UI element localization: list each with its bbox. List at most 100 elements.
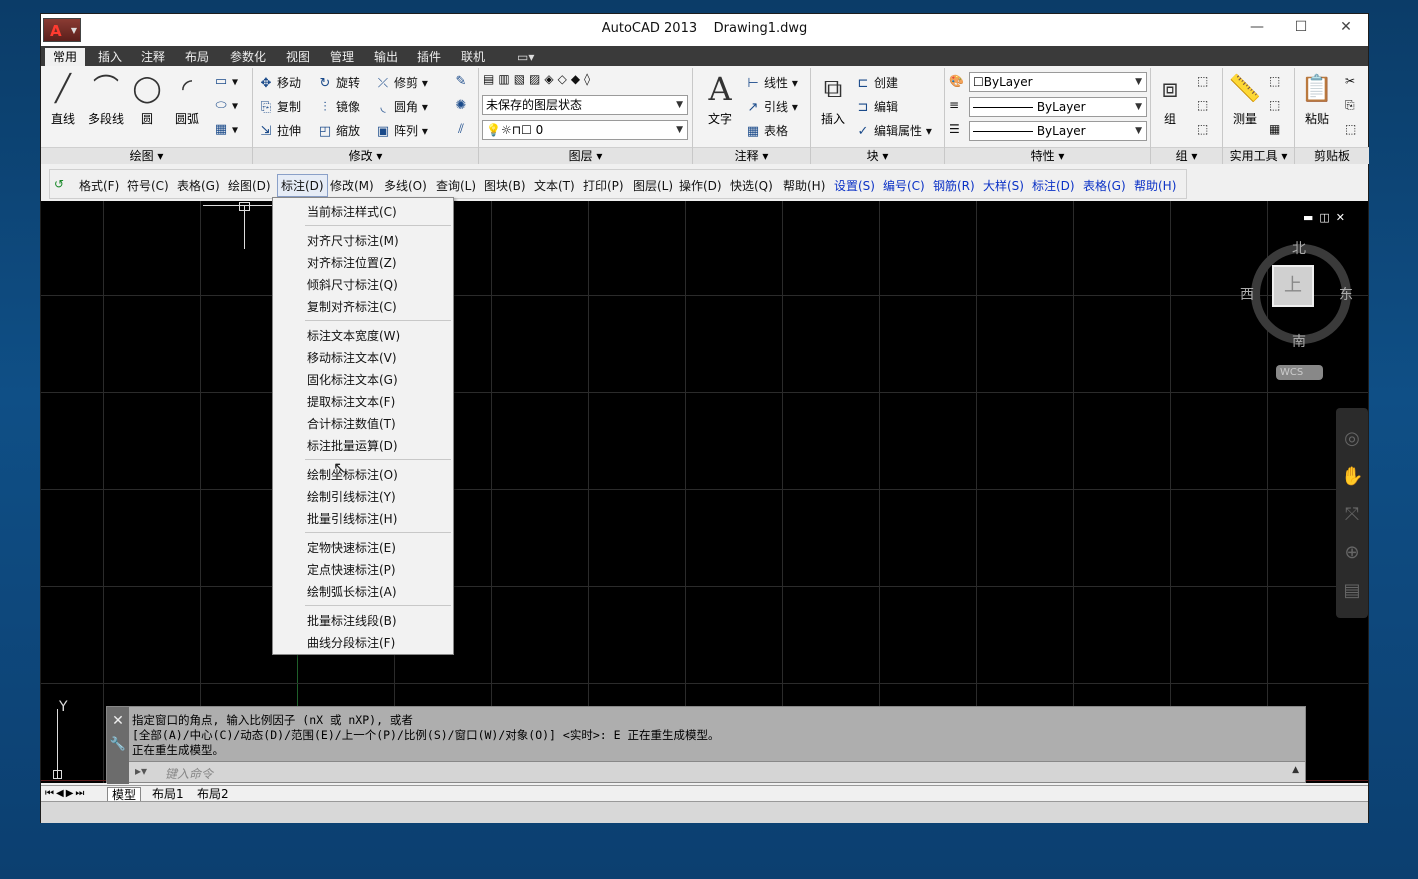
cut-icon[interactable]: ✂	[1345, 74, 1355, 88]
menu-detail[interactable]: 大样(S)	[983, 177, 1024, 194]
menu-item[interactable]: 对齐标注位置(Z)	[307, 254, 397, 271]
properties-panel-title[interactable]: 特性 ▾	[945, 147, 1150, 164]
quick-select-icon[interactable]: ⬚	[1269, 74, 1280, 88]
menu-item[interactable]: 当前标注样式(C)	[307, 203, 397, 220]
layout-navigation-icons[interactable]: ⏮◀▶⏭	[45, 787, 86, 801]
tab-plugins[interactable]: 插件	[409, 48, 449, 66]
calculator-icon[interactable]: ▦	[1269, 122, 1280, 136]
menu-item[interactable]: 定物快速标注(E)	[307, 539, 396, 556]
polyline-button[interactable]: ⌒ 多段线	[83, 72, 129, 127]
stretch-button[interactable]: ⇲ 拉伸	[258, 122, 301, 140]
menu-symbol[interactable]: 符号(C)	[127, 177, 169, 194]
menu-item[interactable]: 提取标注文本(F)	[307, 393, 395, 410]
orbit-icon[interactable]: ⊕	[1341, 542, 1363, 563]
menu-item[interactable]: 对齐尺寸标注(M)	[307, 232, 399, 249]
menu-multiline[interactable]: 多线(O)	[384, 177, 427, 194]
viewcube-compass[interactable]: 上	[1251, 244, 1351, 344]
rectangle-button[interactable]: ▭ ▾	[213, 74, 238, 90]
menu-item[interactable]: 绘制引线标注(Y)	[307, 488, 396, 505]
close-icon[interactable]: ✕	[107, 713, 129, 729]
viewport-controls[interactable]: ▬◫✕	[1303, 211, 1351, 224]
menu-dimension[interactable]: 标注(D)	[277, 174, 328, 197]
steering-wheel-icon[interactable]: ◎	[1341, 428, 1363, 449]
menu-draw[interactable]: 绘图(D)	[228, 177, 271, 194]
menu-modify[interactable]: 修改(M)	[330, 177, 374, 194]
menu-table[interactable]: 表格(G)	[177, 177, 220, 194]
menu-item[interactable]: 合计标注数值(T)	[307, 415, 396, 432]
line-button[interactable]: ╱ 直线	[45, 72, 81, 127]
compass-west[interactable]: 西	[1240, 284, 1254, 304]
compass-south[interactable]: 南	[1292, 331, 1306, 351]
circle-button[interactable]: ◯ 圆	[129, 72, 165, 127]
menu-item[interactable]: 复制对齐标注(C)	[307, 298, 397, 315]
menu-numbering[interactable]: 编号(C)	[883, 177, 925, 194]
tab-layout1[interactable]: 布局1	[149, 787, 187, 801]
drawing-canvas[interactable]: ▬◫✕ Y	[41, 201, 1368, 783]
compass-east[interactable]: 东	[1339, 284, 1353, 304]
layer-state-dropdown[interactable]: 未保存的图层状态 ▼	[482, 95, 688, 115]
ellipse-button[interactable]: ⬭ ▾	[213, 98, 238, 114]
tab-parametric[interactable]: 参数化	[222, 48, 274, 66]
menu-rebar[interactable]: 钢筋(R)	[933, 177, 975, 194]
refresh-icon[interactable]: ↺	[54, 177, 64, 191]
tab-extra-icon[interactable]: ▭▾	[509, 48, 542, 66]
linear-dim-button[interactable]: ⊢ 线性 ▾	[745, 74, 798, 92]
measure-button[interactable]: 📏 测量	[1225, 72, 1265, 127]
menu-table-2[interactable]: 表格(G)	[1083, 177, 1126, 194]
tab-annotate[interactable]: 注释	[133, 48, 173, 66]
close-button[interactable]: ✕	[1323, 19, 1369, 35]
menu-format[interactable]: 格式(F)	[79, 177, 119, 194]
viewcube-top-face[interactable]: 上	[1272, 265, 1314, 307]
edit-block-button[interactable]: ⊐ 编辑	[855, 98, 898, 116]
create-block-button[interactable]: ⊏ 创建	[855, 74, 898, 92]
arc-button[interactable]: ◜ 圆弧	[169, 72, 205, 127]
menu-item[interactable]: 绘制坐标标注(O)	[307, 466, 398, 483]
insert-button[interactable]: ⧉ 插入	[813, 72, 853, 127]
edit-attributes-button[interactable]: ✓ 编辑属性 ▾	[855, 122, 932, 140]
menu-item[interactable]: 绘制弧长标注(A)	[307, 583, 397, 600]
wrench-icon[interactable]: 🔧	[107, 737, 129, 752]
tab-insert[interactable]: 插入	[90, 48, 130, 66]
menu-item[interactable]: 定点快速标注(P)	[307, 561, 396, 578]
pan-icon[interactable]: ✋	[1341, 466, 1363, 487]
compass-north[interactable]: 北	[1292, 238, 1306, 258]
menu-item[interactable]: 标注文本宽度(W)	[307, 327, 400, 344]
lineweight-dropdown[interactable]: ByLayer ▼	[969, 121, 1147, 141]
ungroup-icon[interactable]: ⬚	[1197, 74, 1208, 88]
group-button[interactable]: ⧈ 组	[1153, 72, 1187, 127]
tab-home[interactable]: 常用	[45, 48, 86, 66]
tab-online[interactable]: 联机	[453, 48, 493, 66]
tab-layout2[interactable]: 布局2	[194, 787, 232, 801]
layers-panel-title[interactable]: 图层 ▾	[479, 147, 692, 164]
command-prompt-icon[interactable]: ▸▾	[135, 764, 147, 778]
groups-panel-title[interactable]: 组 ▾	[1151, 147, 1222, 164]
menu-operation[interactable]: 操作(D)	[679, 177, 722, 194]
linetype-dropdown[interactable]: ByLayer ▼	[969, 97, 1147, 117]
rotate-button[interactable]: ↻ 旋转	[317, 74, 360, 92]
leader-button[interactable]: ↗ 引线 ▾	[745, 98, 798, 116]
layer-tools-row[interactable]: ▤▥▧▨◈◇◆◊	[483, 72, 594, 86]
menu-layer[interactable]: 图层(L)	[633, 177, 673, 194]
menu-item[interactable]: 标注批量运算(D)	[307, 437, 398, 454]
copy-button[interactable]: ⎘ 复制	[258, 98, 301, 116]
group-select-icon[interactable]: ⬚	[1197, 122, 1208, 136]
tab-view[interactable]: 视图	[278, 48, 318, 66]
color-dropdown[interactable]: ☐ByLayer ▼	[969, 72, 1147, 92]
menu-quickselect[interactable]: 快选(Q)	[730, 177, 773, 194]
group-edit-icon[interactable]: ⬚	[1197, 98, 1208, 112]
tab-output[interactable]: 输出	[366, 48, 406, 66]
wcs-menu[interactable]: WCS	[1276, 365, 1323, 380]
move-button[interactable]: ✥ 移动	[258, 74, 301, 92]
array-button[interactable]: ▣ 阵列 ▾	[375, 122, 428, 140]
paste-button[interactable]: 📋 粘贴	[1297, 72, 1337, 127]
annotation-panel-title[interactable]: 注释 ▾	[693, 147, 810, 164]
menu-dimension-2[interactable]: 标注(D)	[1032, 177, 1075, 194]
tab-layout[interactable]: 布局	[177, 48, 217, 66]
zoom-extents-icon[interactable]: ⤧	[1341, 504, 1363, 525]
table-button[interactable]: ▦ 表格	[745, 122, 788, 140]
maximize-button[interactable]: ☐	[1278, 19, 1324, 35]
mirror-button[interactable]: ⫶ 镜像	[317, 98, 360, 116]
chevron-up-icon[interactable]: ▲	[1292, 765, 1299, 775]
menu-help[interactable]: 帮助(H)	[783, 177, 825, 194]
showmotion-icon[interactable]: ▤	[1341, 580, 1363, 601]
